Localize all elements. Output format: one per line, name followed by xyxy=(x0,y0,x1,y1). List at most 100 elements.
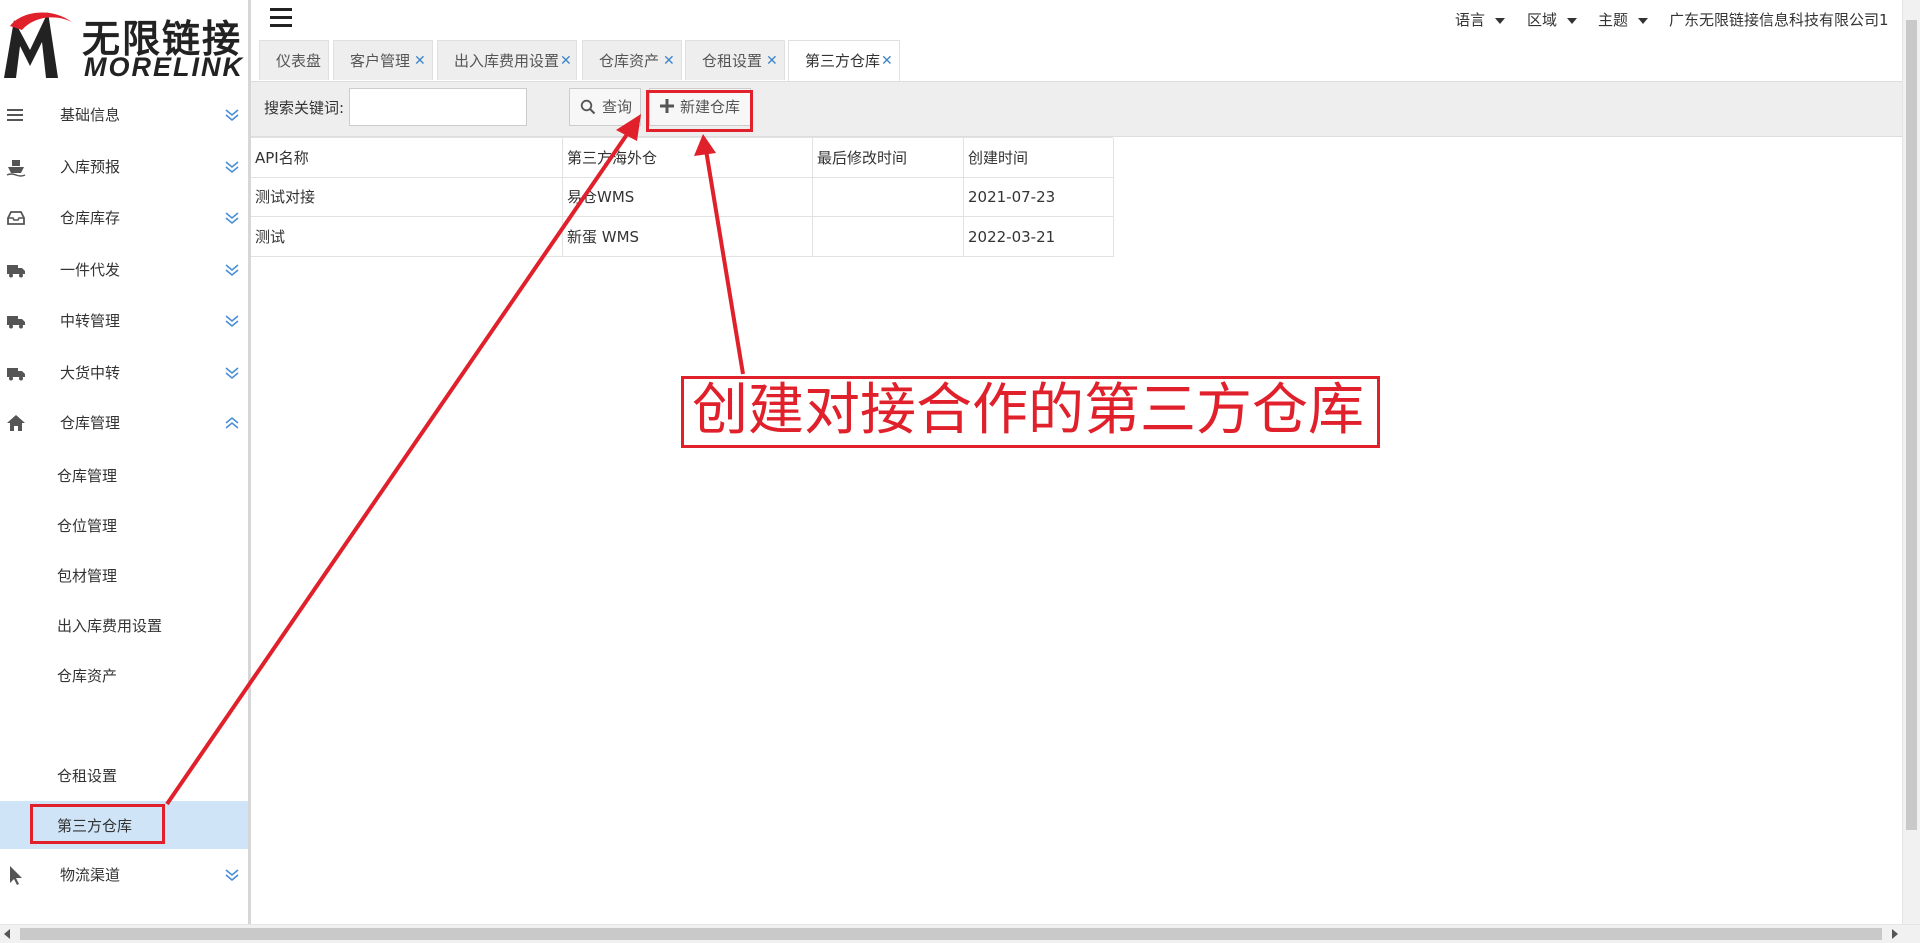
column-header[interactable]: 最后修改时间 xyxy=(813,138,964,178)
sub-item-label: 仓租设置 xyxy=(57,767,118,785)
home-icon xyxy=(7,415,25,431)
close-icon[interactable]: ✕ xyxy=(881,41,893,81)
close-icon[interactable]: ✕ xyxy=(766,41,778,81)
toolbar: 搜索关键词: 查询 新建仓库 xyxy=(251,82,1904,137)
tab-customer-mgmt[interactable]: 客户管理 ✕ xyxy=(333,40,433,80)
table-cell: 2022-03-21 xyxy=(964,217,1114,257)
hamburger-menu-icon[interactable] xyxy=(270,8,292,28)
sidebar-item-warehouse-stock[interactable]: 仓库库存 xyxy=(0,193,248,243)
inbox-icon xyxy=(7,211,25,225)
close-icon[interactable]: ✕ xyxy=(663,41,675,81)
search-input[interactable] xyxy=(349,88,527,126)
sidebar-item-label: 仓库库存 xyxy=(60,209,121,227)
tab-label: 第三方仓库 xyxy=(805,52,881,70)
truck-icon xyxy=(7,316,25,329)
sidebar-item-label: 大货中转 xyxy=(60,364,121,382)
sidebar-item-basic-info[interactable]: 基础信息 xyxy=(0,90,248,140)
sub-item-inout-fee[interactable]: 出入库费用设置 xyxy=(0,601,248,649)
sub-item-label: 仓库资产 xyxy=(57,667,118,685)
tab-label: 仪表盘 xyxy=(276,52,322,70)
table-row[interactable]: 测试 新蛋 WMS 2022-03-21 xyxy=(251,217,1114,257)
query-button[interactable]: 查询 xyxy=(569,88,641,126)
sidebar-item-dropshipping[interactable]: 一件代发 xyxy=(0,245,248,295)
scroll-left-icon[interactable] xyxy=(4,929,10,939)
tab-third-party-warehouse[interactable]: 第三方仓库 ✕ xyxy=(788,40,900,81)
logo-mark-icon xyxy=(4,12,72,78)
annotation-highlight-sidebar-item xyxy=(30,804,165,844)
list-icon xyxy=(7,109,23,121)
ship-icon xyxy=(6,160,26,177)
table-cell: 易仓WMS xyxy=(563,177,813,217)
logo: 无限链接 MORELINK xyxy=(0,0,248,82)
sub-item-label: 仓位管理 xyxy=(57,517,118,535)
close-icon[interactable]: ✕ xyxy=(414,41,426,81)
sidebar-item-warehouse-mgmt[interactable]: 仓库管理 xyxy=(0,398,248,448)
chevron-double-down-icon xyxy=(225,869,239,882)
chevron-double-down-icon xyxy=(225,161,239,174)
theme-menu[interactable]: 主题 xyxy=(1598,9,1649,30)
vertical-scroll-thumb[interactable] xyxy=(1906,20,1917,830)
tab-warehouse-assets[interactable]: 仓库资产 ✕ xyxy=(582,40,682,80)
sidebar-item-transit[interactable]: 中转管理 xyxy=(0,296,248,346)
column-header[interactable]: 第三方海外仓 xyxy=(563,138,813,178)
sub-item-location-mgmt[interactable]: 仓位管理 xyxy=(0,501,248,549)
sub-item-label: 仓库管理 xyxy=(57,467,118,485)
sidebar-item-inbound-forecast[interactable]: 入库预报 xyxy=(0,142,248,192)
search-icon xyxy=(580,99,596,115)
tab-dashboard[interactable]: 仪表盘 xyxy=(259,40,329,80)
language-label: 语言 xyxy=(1455,11,1486,29)
language-menu[interactable]: 语言 xyxy=(1455,9,1506,30)
caret-down-icon xyxy=(1567,17,1578,24)
table-cell: 测试对接 xyxy=(251,177,563,217)
sub-item-warehouse-assets[interactable]: 仓库资产 xyxy=(0,651,248,699)
table-cell xyxy=(813,177,964,217)
truck-icon xyxy=(7,368,25,381)
tab-label: 客户管理 xyxy=(350,52,411,70)
sidebar-item-bulk-transit[interactable]: 大货中转 xyxy=(0,348,248,398)
table-cell: 2021-07-23 xyxy=(964,177,1114,217)
sub-item-rent-settings[interactable]: 仓租设置 xyxy=(0,751,248,799)
close-icon[interactable]: ✕ xyxy=(560,41,572,81)
scroll-right-icon[interactable] xyxy=(1892,929,1898,939)
horizontal-scrollbar[interactable] xyxy=(0,924,1920,943)
sidebar-item-logistics-channel[interactable]: 物流渠道 xyxy=(0,850,248,900)
sidebar-item-label: 一件代发 xyxy=(60,261,121,279)
theme-label: 主题 xyxy=(1598,11,1629,29)
tab-label: 出入库费用设置 xyxy=(454,52,560,70)
company-menu[interactable]: 广东无限链接信息科技有限公司1 xyxy=(1669,9,1897,30)
truck-icon xyxy=(7,265,25,278)
horizontal-scroll-thumb[interactable] xyxy=(20,928,1882,940)
company-name: 广东无限链接信息科技有限公司1 xyxy=(1669,11,1889,29)
region-menu[interactable]: 区域 xyxy=(1527,9,1578,30)
sub-item-label: 包材管理 xyxy=(57,567,118,585)
table-cell xyxy=(813,217,964,257)
chevron-double-up-icon xyxy=(225,416,239,429)
column-header[interactable]: 创建时间 xyxy=(964,138,1114,178)
sub-item-warehouse-mgmt[interactable]: 仓库管理 xyxy=(0,451,248,499)
chevron-double-down-icon xyxy=(225,367,239,380)
tab-inout-fee[interactable]: 出入库费用设置 ✕ xyxy=(437,40,577,80)
tab-rent-settings[interactable]: 仓租设置 ✕ xyxy=(685,40,785,80)
column-header[interactable]: API名称 xyxy=(251,138,563,178)
table-cell: 测试 xyxy=(251,217,563,257)
search-label: 搜索关键词: xyxy=(264,99,345,117)
sub-item-label: 出入库费用设置 xyxy=(57,617,163,635)
caret-down-icon xyxy=(1495,17,1506,24)
tab-label: 仓库资产 xyxy=(599,52,660,70)
sidebar-item-label: 物流渠道 xyxy=(60,866,121,884)
logo-text-en: MORELINK xyxy=(84,52,244,82)
tab-label: 仓租设置 xyxy=(702,52,763,70)
annotation-highlight-new-button xyxy=(646,90,753,132)
table-cell: 新蛋 WMS xyxy=(563,217,813,257)
table-header-row: API名称 第三方海外仓 最后修改时间 创建时间 xyxy=(251,137,1114,178)
table-row[interactable]: 测试对接 易仓WMS 2021-07-23 xyxy=(251,177,1114,217)
cursor-icon xyxy=(10,866,22,885)
query-button-label: 查询 xyxy=(602,98,633,116)
chevron-double-down-icon xyxy=(225,212,239,225)
sub-item-packaging-mgmt[interactable]: 包材管理 xyxy=(0,551,248,599)
vertical-scrollbar[interactable] xyxy=(1902,0,1920,925)
chevron-double-down-icon xyxy=(225,109,239,122)
sidebar: 无限链接 MORELINK 基础信息 入库预报 仓库库存 一件代发 中转管理 大… xyxy=(0,0,251,925)
sidebar-item-label: 仓库管理 xyxy=(60,414,121,432)
tab-bar: 仪表盘 客户管理 ✕ 出入库费用设置 ✕ 仓库资产 ✕ 仓租设置 ✕ 第三方仓库 ✕ xyxy=(251,40,1904,82)
